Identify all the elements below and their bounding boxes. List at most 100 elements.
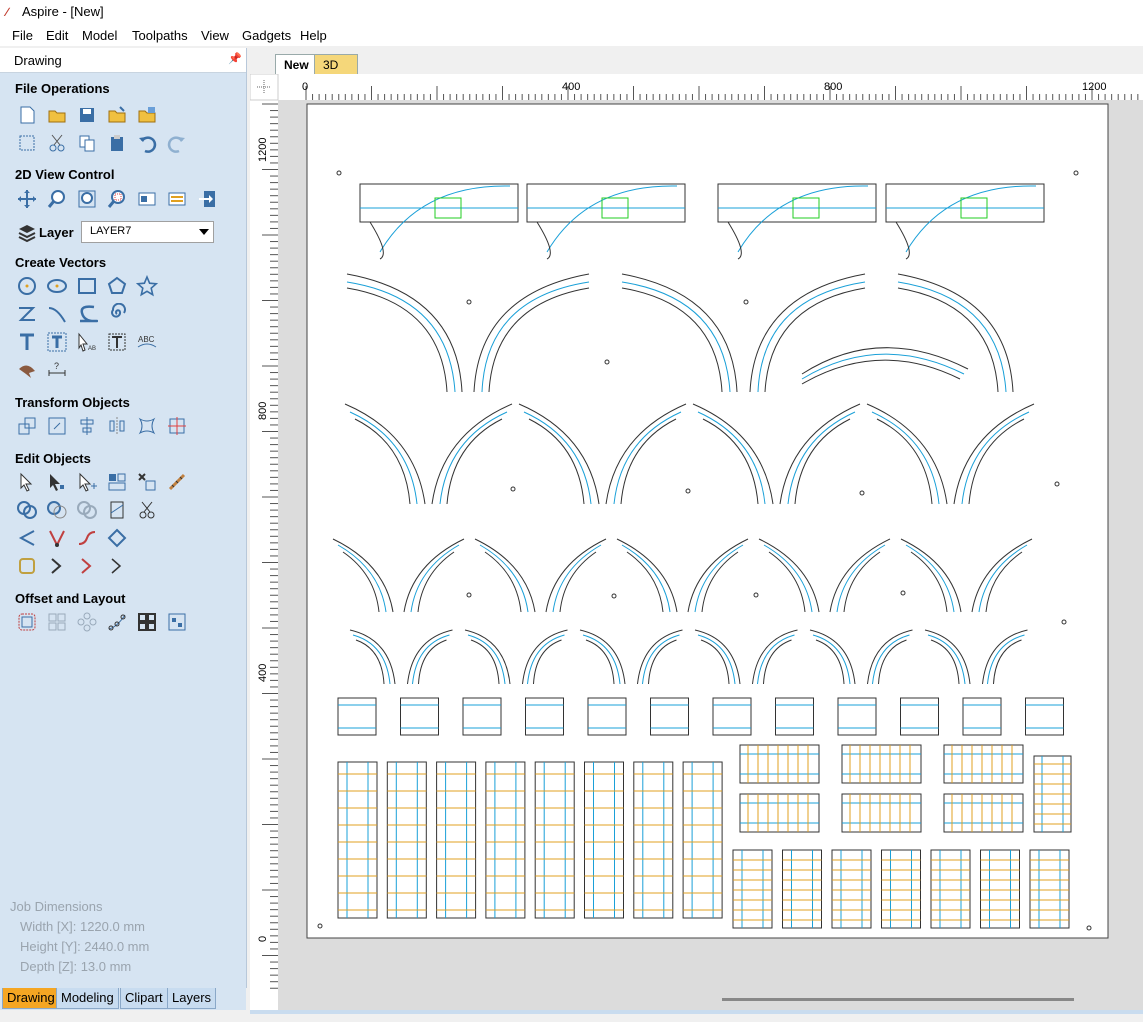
hole-marker[interactable]	[604, 359, 610, 365]
draw-text-icon[interactable]	[16, 331, 38, 353]
vertical-ruler[interactable]	[250, 100, 278, 1010]
draw-polygon-icon[interactable]	[106, 275, 128, 297]
close-vector-icon[interactable]	[106, 527, 128, 549]
undo-icon[interactable]	[136, 132, 158, 154]
hole-marker[interactable]	[900, 590, 906, 596]
hole-marker[interactable]	[466, 299, 472, 305]
distort-icon[interactable]	[136, 415, 158, 437]
draw-star-icon[interactable]	[136, 275, 158, 297]
selection-tools-icon[interactable]	[106, 471, 128, 493]
redo-icon[interactable]	[166, 132, 188, 154]
fillet-icon[interactable]	[106, 499, 128, 521]
circular-array-icon[interactable]	[76, 611, 98, 633]
cut-icon[interactable]	[46, 132, 68, 154]
select-text-icon[interactable]: AB	[76, 331, 98, 353]
tab-3d-view[interactable]: 3D View	[314, 54, 358, 92]
hole-marker[interactable]	[510, 486, 516, 492]
clipart-icon[interactable]	[16, 359, 38, 381]
2d-view[interactable]: 0 400 800 1200 1200 800 400 0	[249, 73, 1143, 1014]
subtract-icon[interactable]	[46, 499, 68, 521]
offset-icon[interactable]	[16, 611, 38, 633]
hole-marker[interactable]	[685, 488, 691, 494]
menu-file[interactable]: File	[12, 28, 33, 43]
join-vectors-icon[interactable]	[46, 527, 68, 549]
save-file-icon[interactable]	[76, 104, 98, 126]
zoom-all-icon[interactable]	[76, 188, 98, 210]
import-vectors-icon[interactable]	[106, 104, 128, 126]
smooth-curve-icon[interactable]	[76, 527, 98, 549]
hole-marker[interactable]	[1054, 481, 1060, 487]
horizontal-ruler[interactable]	[250, 74, 1143, 100]
move-icon[interactable]	[16, 415, 38, 437]
zoom-selected-icon[interactable]	[106, 188, 128, 210]
scrollbar-thumb[interactable]	[722, 998, 1074, 1001]
draw-polyline-icon[interactable]	[16, 303, 38, 325]
menu-toolpaths[interactable]: Toolpaths	[132, 28, 188, 43]
tab-new[interactable]: New	[275, 54, 318, 75]
interactive-select-icon[interactable]	[76, 471, 98, 493]
mirror-icon[interactable]	[106, 415, 128, 437]
zoom-box-icon[interactable]	[46, 188, 68, 210]
menu-help[interactable]: Help	[300, 28, 327, 43]
dimension-icon[interactable]: ?	[46, 359, 68, 381]
chamfer-icon[interactable]	[106, 555, 128, 577]
hole-marker[interactable]	[753, 592, 759, 598]
draw-arc-icon[interactable]	[46, 303, 68, 325]
draw-ellipse-icon[interactable]	[46, 275, 68, 297]
trim-icon[interactable]	[136, 499, 158, 521]
tab-modeling[interactable]: Modeling	[56, 988, 119, 1009]
text-on-curve-icon[interactable]	[46, 331, 68, 353]
move-to-layer-icon[interactable]	[196, 188, 218, 210]
hole-marker[interactable]	[1073, 170, 1079, 176]
set-position-icon[interactable]	[166, 415, 188, 437]
auto-layout-icon[interactable]	[166, 611, 188, 633]
open-file-icon[interactable]	[46, 104, 68, 126]
hole-marker[interactable]	[317, 923, 323, 929]
hole-marker[interactable]	[1061, 619, 1067, 625]
menu-edit[interactable]: Edit	[46, 28, 68, 43]
tab-clipart[interactable]: Clipart	[120, 988, 168, 1009]
hole-marker[interactable]	[466, 592, 472, 598]
drawing-canvas[interactable]: 0 400 800 1200 1200 800 400 0	[249, 73, 1143, 1014]
menu-model[interactable]: Model	[82, 28, 117, 43]
pan-icon[interactable]	[16, 188, 38, 210]
measure-icon[interactable]	[166, 471, 188, 493]
import-bitmap-icon[interactable]	[136, 104, 158, 126]
scale-icon[interactable]	[46, 415, 68, 437]
pin-icon[interactable]: 📌	[228, 52, 242, 65]
text-frame-icon[interactable]	[106, 331, 128, 353]
curve-fit-icon[interactable]	[16, 527, 38, 549]
paste-icon[interactable]	[106, 132, 128, 154]
draw-spiral-icon[interactable]	[106, 303, 128, 325]
intersect-icon[interactable]	[76, 499, 98, 521]
extend-vector-icon[interactable]	[46, 555, 68, 577]
hole-marker[interactable]	[743, 299, 749, 305]
node-edit-icon[interactable]	[46, 471, 68, 493]
layer-dropdown[interactable]: LAYER7	[81, 221, 214, 243]
material-sheet[interactable]	[306, 103, 1109, 939]
hole-marker[interactable]	[611, 593, 617, 599]
menu-gadgets[interactable]: Gadgets	[242, 28, 291, 43]
nesting-icon[interactable]	[136, 611, 158, 633]
select-icon[interactable]	[16, 471, 38, 493]
array-copy-icon[interactable]	[46, 611, 68, 633]
tab-layers[interactable]: Layers	[167, 988, 217, 1009]
group-icon[interactable]	[136, 471, 158, 493]
copy-along-vector-icon[interactable]	[106, 611, 128, 633]
text-arc-icon[interactable]: ABC	[136, 331, 158, 353]
draw-curve-icon[interactable]	[76, 303, 98, 325]
copy-icon[interactable]	[76, 132, 98, 154]
tab-drawing[interactable]: Drawing	[2, 988, 60, 1009]
hole-marker[interactable]	[859, 490, 865, 496]
boundary-icon[interactable]	[16, 555, 38, 577]
hole-marker[interactable]	[336, 170, 342, 176]
menu-view[interactable]: View	[201, 28, 229, 43]
layer-manager-icon[interactable]	[166, 188, 188, 210]
hole-marker[interactable]	[1086, 925, 1092, 931]
new-file-icon[interactable]	[16, 104, 38, 126]
draw-rectangle-icon[interactable]	[76, 275, 98, 297]
draw-circle-icon[interactable]	[16, 275, 38, 297]
job-setup-icon[interactable]	[16, 132, 38, 154]
tangent-arc-icon[interactable]	[76, 555, 98, 577]
weld-icon[interactable]	[16, 499, 38, 521]
